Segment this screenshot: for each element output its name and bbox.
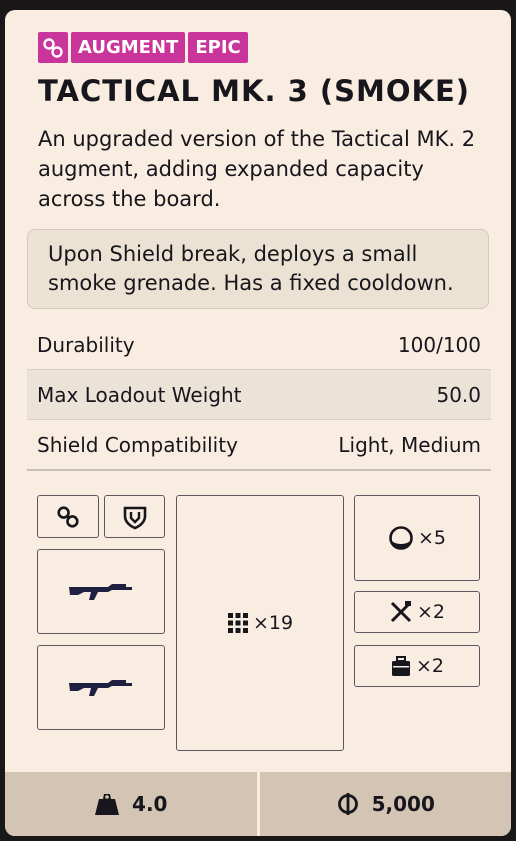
footer: 4.0 5,000 (5, 772, 511, 836)
augment-badge (38, 32, 68, 63)
grid-icon (227, 613, 248, 633)
stat-label: Shield Compatibility (37, 432, 238, 457)
augment-slot[interactable] (37, 495, 99, 538)
badges: AUGMENT EPIC (38, 32, 248, 63)
weight-value: 4.0 (132, 792, 168, 816)
stat-value: 50.0 (436, 382, 481, 407)
augment-icon (57, 505, 79, 528)
backpack-count: ×19 (252, 612, 294, 634)
weight-cell: 4.0 (5, 772, 257, 836)
effect-text: Upon Shield break, deploys a small smoke… (48, 242, 454, 295)
rarity-badge: EPIC (188, 32, 248, 63)
price-value: 5,000 (371, 792, 435, 816)
stat-label: Durability (37, 332, 135, 357)
item-title: TACTICAL MK. 3 (SMOKE) (38, 74, 471, 108)
stat-row-shield-compatibility: Shield Compatibility Light, Medium (27, 420, 491, 471)
stat-row-max-loadout-weight: Max Loadout Weight 50.0 (27, 370, 491, 420)
stat-row-durability: Durability 100/100 (27, 320, 491, 370)
case-icon (391, 656, 410, 676)
shield-icon (123, 506, 146, 529)
weapon-slot-2[interactable] (37, 645, 165, 730)
shield-slot[interactable] (104, 495, 165, 538)
stat-value: Light, Medium (338, 432, 481, 457)
price-cell: 5,000 (260, 772, 512, 836)
backpack-slots[interactable]: ×19 (176, 495, 344, 751)
quick-use-count: ×2 (415, 655, 444, 677)
utility-count: ×2 (416, 601, 445, 623)
rifle-icon (69, 679, 132, 696)
weight-icon (95, 794, 120, 815)
quick-use-slots[interactable]: ×2 (354, 645, 480, 687)
rifle-icon (69, 583, 132, 600)
item-description: An upgraded version of the Tactical MK. … (38, 127, 476, 211)
weapon-slot-1[interactable] (37, 549, 165, 634)
effect-box: Upon Shield break, deploys a small smoke… (27, 229, 489, 309)
stat-value: 100/100 (397, 332, 481, 357)
stats-table: Durability 100/100 Max Loadout Weight 50… (27, 320, 491, 471)
type-badge: AUGMENT (71, 32, 186, 63)
utility-slots[interactable]: ×2 (354, 591, 480, 633)
grenade-slots[interactable]: ×5 (354, 495, 480, 581)
item-card: AUGMENT EPIC TACTICAL MK. 3 (SMOKE) An u… (5, 10, 511, 836)
coin-icon (337, 793, 358, 815)
tools-icon (390, 601, 412, 623)
augment-icon (43, 37, 63, 58)
stat-label: Max Loadout Weight (37, 382, 242, 407)
grenade-count: ×5 (417, 527, 446, 549)
grenade-icon (389, 526, 413, 550)
